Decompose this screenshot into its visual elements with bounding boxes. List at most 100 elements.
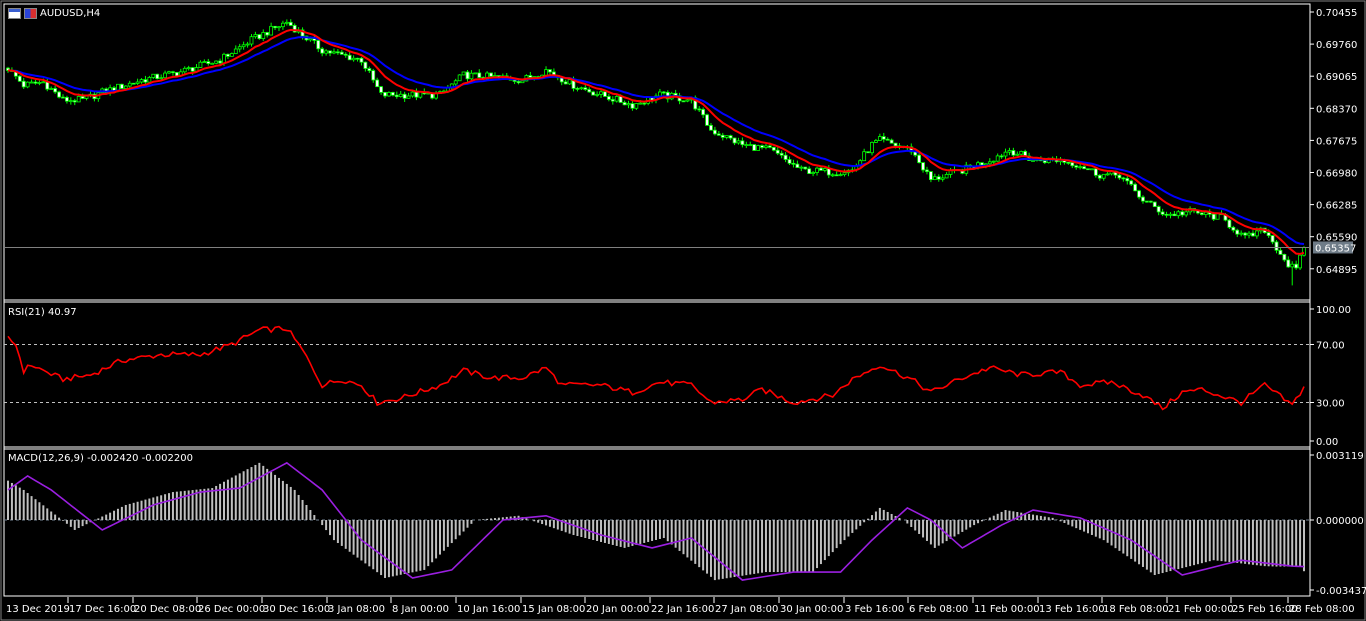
- expert-advisor-icon[interactable]: [24, 8, 37, 19]
- candle: [877, 133, 882, 141]
- chart-window[interactable]: 0.70455 0.69760 0.69065 0.68370 0.67675 0.669…: [0, 0, 1366, 621]
- candle-body: [728, 135, 733, 139]
- candle-body: [1097, 174, 1102, 179]
- candle: [622, 100, 627, 106]
- candle-body: [1266, 232, 1271, 236]
- candle: [1019, 150, 1024, 156]
- candle-body: [767, 145, 772, 148]
- candle: [1199, 212, 1204, 216]
- candle-body: [284, 21, 289, 24]
- candle-body: [1203, 211, 1208, 215]
- candle: [390, 91, 395, 97]
- candle: [398, 90, 403, 98]
- time-axis-label: 3 Feb 16:00: [845, 604, 904, 615]
- candle-body: [25, 81, 30, 88]
- time-axis-label: 15 Jan 08:00: [522, 604, 585, 615]
- candle-body: [579, 87, 584, 90]
- candle-body: [1274, 241, 1279, 251]
- candle-body: [885, 138, 890, 141]
- candle: [885, 137, 890, 141]
- candle-body: [944, 174, 949, 179]
- candle-body: [1148, 200, 1153, 203]
- candle-body: [222, 53, 226, 64]
- candle: [237, 43, 242, 53]
- time-axis-label: 22 Jan 16:00: [651, 604, 714, 615]
- candle: [610, 96, 615, 105]
- candle-body: [830, 174, 835, 177]
- time-axis-label: 3 Jan 08:00: [328, 604, 385, 615]
- candle-body: [764, 145, 768, 148]
- candle: [214, 60, 219, 65]
- candle-body: [791, 162, 796, 165]
- candle-body: [921, 162, 925, 171]
- candle-body: [940, 177, 945, 180]
- candle-body: [80, 95, 85, 99]
- candle-body: [332, 51, 336, 54]
- macd-panel[interactable]: [4, 461, 1310, 581]
- candle-body: [182, 67, 187, 73]
- candle: [434, 90, 438, 100]
- candle-body: [980, 162, 984, 166]
- candle-body: [414, 91, 419, 98]
- candle-body: [387, 92, 391, 97]
- candle: [1007, 147, 1012, 156]
- candle-body: [57, 91, 61, 98]
- candle: [1152, 201, 1157, 208]
- chart-canvas[interactable]: 0.70455 0.69760 0.69065 0.68370 0.67675 0.669…: [0, 0, 1366, 621]
- candle: [457, 74, 462, 82]
- candle-body: [1160, 211, 1165, 215]
- price-panel[interactable]: [4, 19, 1310, 286]
- candle: [1176, 210, 1181, 219]
- candle: [1247, 231, 1251, 239]
- candle-body: [874, 140, 878, 143]
- candle: [465, 69, 470, 82]
- candle: [1294, 260, 1299, 270]
- candle: [17, 74, 22, 82]
- candle: [229, 52, 234, 57]
- candle: [764, 144, 768, 150]
- candle-body: [363, 61, 368, 69]
- candle-body: [516, 81, 521, 84]
- price-axis-label: 0.67675: [1316, 136, 1357, 147]
- candle-body: [834, 174, 839, 177]
- macd-axis-label: 0.003119: [1316, 451, 1364, 462]
- time-axis-label: 30 Dec 16:00: [263, 604, 330, 615]
- candle: [171, 70, 175, 76]
- candle-body: [245, 43, 250, 46]
- candle: [371, 68, 376, 83]
- candle: [139, 78, 144, 84]
- candle: [1274, 240, 1279, 254]
- rsi-panel[interactable]: [4, 325, 1310, 411]
- candle: [929, 171, 933, 183]
- candle-body: [936, 176, 941, 180]
- candle-body: [563, 81, 568, 85]
- candle-body: [237, 46, 242, 50]
- candle-body: [33, 81, 38, 84]
- candle: [269, 22, 274, 36]
- candle: [249, 34, 254, 47]
- candle: [874, 138, 878, 143]
- candle: [626, 100, 631, 109]
- candle: [261, 29, 266, 41]
- candle: [889, 138, 894, 144]
- candle: [151, 73, 156, 80]
- candle-body: [37, 82, 42, 84]
- candle-body: [226, 53, 230, 57]
- candle-body: [147, 77, 152, 83]
- candle-body: [685, 99, 690, 102]
- candle: [33, 79, 38, 85]
- candle-body: [343, 53, 348, 56]
- candle-body: [186, 67, 191, 70]
- time-axis-label: 30 Jan 00:00: [780, 604, 843, 615]
- candle: [131, 82, 136, 85]
- candle-body: [1231, 226, 1236, 231]
- candle-body: [335, 51, 340, 54]
- candle: [127, 80, 132, 88]
- candle-body: [1247, 232, 1251, 236]
- candle-body: [658, 91, 662, 97]
- candle: [587, 87, 592, 93]
- candle-body: [281, 22, 285, 28]
- candle: [1164, 211, 1169, 218]
- candle-body: [932, 176, 937, 181]
- candle: [1129, 179, 1134, 187]
